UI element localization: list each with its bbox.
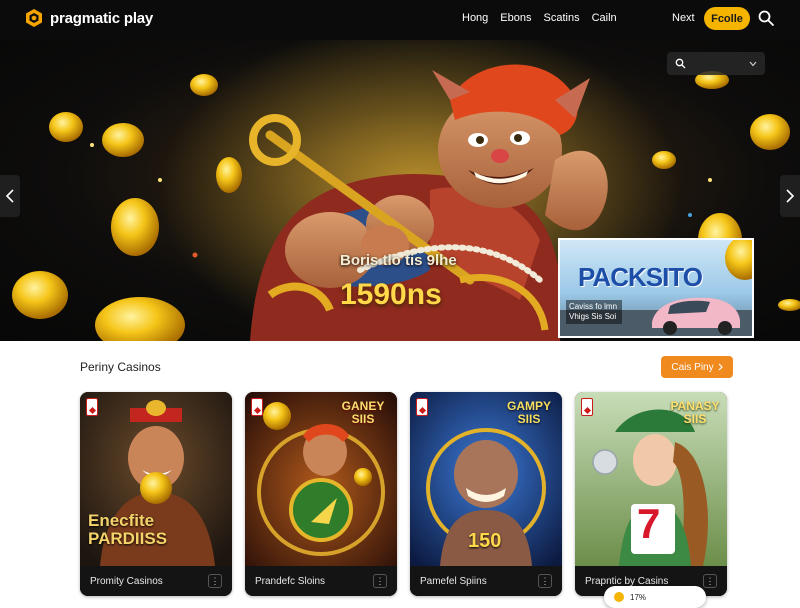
nav-item-ebons[interactable]: Ebons [500, 12, 531, 24]
brand-logo[interactable]: pragmatic play [24, 8, 153, 28]
search-icon [675, 58, 686, 69]
next-link[interactable]: Next [672, 12, 695, 24]
more-vertical-icon[interactable]: ⋮ [373, 574, 387, 588]
card-art-number: 150 [468, 530, 502, 552]
card-suit-badge [581, 398, 593, 416]
promo-title: PACKSITO [578, 262, 703, 292]
header-cta-button[interactable]: Fcolle [704, 7, 750, 30]
more-vertical-icon[interactable]: ⋮ [538, 574, 552, 588]
chevron-left-icon [6, 189, 14, 203]
hero-filter-dropdown[interactable] [667, 52, 765, 75]
hero-amount: 1590ns [340, 278, 442, 311]
hero-banner[interactable]: Boris tlo tis 9lhe 1590ns PACKSITO Cavis… [0, 40, 800, 341]
more-vertical-icon[interactable]: ⋮ [208, 574, 222, 588]
card-title: Prandefc Sloins [255, 575, 326, 587]
search-icon[interactable] [757, 9, 775, 27]
card-art-label: GANEY SIIS [341, 399, 385, 426]
card-title: Prapntic by Casins [585, 575, 669, 587]
carousel-prev-button[interactable] [0, 175, 20, 217]
section-title: Periny Casinos [80, 360, 161, 374]
card-suit-badge [251, 398, 263, 416]
card-title: Pamefel Spiins [420, 575, 487, 587]
nav-item-cailn[interactable]: Cailn [592, 12, 617, 24]
card-footer: Promity Casinos ⋮ [80, 566, 232, 596]
card-art-label: Enecfite PARDIISS [88, 511, 168, 548]
top-navigation-bar: pragmatic play Hong Ebons Scatins Cailn … [0, 0, 800, 40]
chevron-right-icon [718, 363, 723, 371]
carousel-next-button[interactable] [780, 175, 800, 217]
game-card[interactable]: Enecfite PARDIISS Promity Casinos ⋮ [80, 392, 232, 596]
card-footer: Pamefel Spiins ⋮ [410, 566, 562, 596]
card-suit-badge [86, 398, 98, 416]
promo-thumbnail[interactable]: PACKSITO Caviss fo lmn Vhigs Sis Soi [558, 238, 754, 338]
game-card[interactable]: GAMPY SIIS 150 Pamefel Spiins ⋮ [410, 392, 562, 596]
main-nav: Hong Ebons Scatins Cailn [462, 12, 617, 24]
nav-item-scatins[interactable]: Scatins [544, 12, 580, 24]
card-art-number: 7 [637, 500, 661, 547]
chevron-right-icon [786, 189, 794, 203]
status-dot-icon [614, 592, 624, 602]
nav-item-hong[interactable]: Hong [462, 12, 488, 24]
game-card[interactable]: PANASY SIIS 7 Prapntic by Casins ⋮ [575, 392, 727, 596]
more-vertical-icon[interactable]: ⋮ [703, 574, 717, 588]
floating-status-pill[interactable]: 17% [604, 586, 706, 608]
card-footer: Prandefc Sloins ⋮ [245, 566, 397, 596]
cube-logo-icon [26, 9, 42, 27]
section-view-button[interactable]: Cais Piny [661, 356, 733, 378]
hero-title: Boris tlo tis 9lhe [340, 252, 457, 269]
promo-subtitle: Caviss fo lmn Vhigs Sis Soi [566, 300, 622, 324]
brand-name: pragmatic play [50, 9, 154, 27]
chevron-down-icon [749, 61, 757, 66]
card-art-label: PANASY SIIS [670, 399, 720, 426]
floating-status-label: 17% [630, 592, 647, 602]
game-card[interactable]: GANEY SIIS Prandefc Sloins ⋮ [245, 392, 397, 596]
card-suit-badge [416, 398, 428, 416]
card-title: Promity Casinos [90, 575, 163, 587]
section-button-label: Cais Piny [671, 361, 714, 373]
card-art-label: GAMPY SIIS [506, 399, 551, 426]
